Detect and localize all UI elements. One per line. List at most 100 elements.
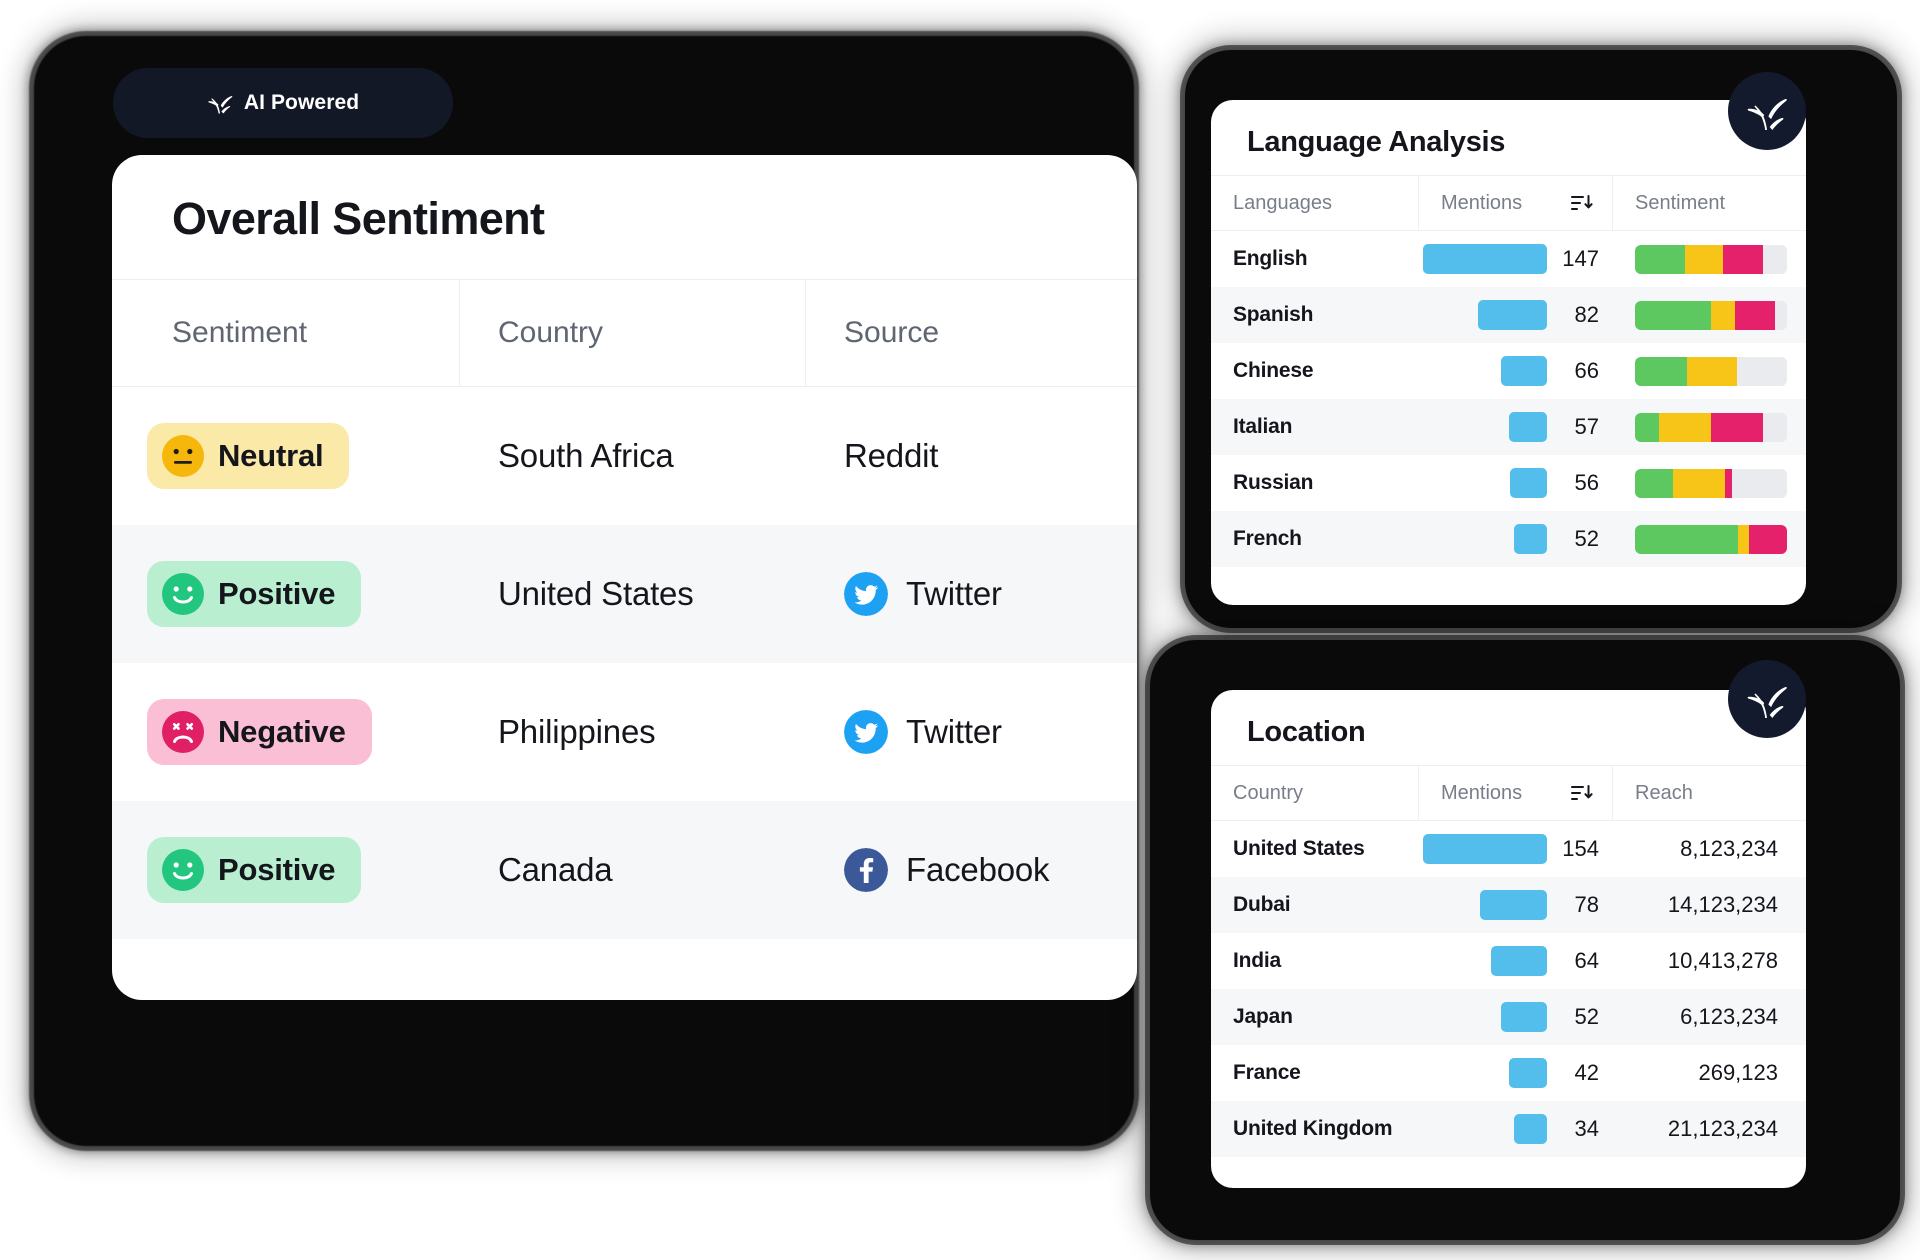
segment-unclassified <box>1762 412 1787 442</box>
column-header-mentions[interactable]: Mentions <box>1419 176 1613 230</box>
sort-descending-icon[interactable] <box>1570 783 1594 803</box>
mentions-value: 82 <box>1574 302 1599 327</box>
status-badge: Positive <box>147 837 362 903</box>
mentions-bar-track <box>1423 244 1547 274</box>
cell-source: Reddit <box>806 437 1137 475</box>
mentions-bar-track <box>1423 946 1547 976</box>
column-header-sentiment[interactable]: Sentiment <box>112 280 460 386</box>
source-label: Reddit <box>844 437 939 474</box>
column-header-sentiment[interactable]: Sentiment <box>1613 176 1806 230</box>
segment-neutral <box>1738 524 1749 554</box>
mentions-cell: 52 <box>1419 1002 1613 1032</box>
segment-negative <box>1724 468 1733 498</box>
mentions-bar-track <box>1423 524 1547 554</box>
cell-country: United States <box>460 575 806 613</box>
column-header-country[interactable]: Country <box>1211 766 1419 820</box>
mentions-bar-track <box>1423 300 1547 330</box>
mentions-bar <box>1501 1002 1547 1032</box>
sprout-logo-icon <box>1744 679 1790 719</box>
ai-powered-label: AI Powered <box>243 91 360 114</box>
sentiment-label: Positive <box>218 852 336 887</box>
table-row[interactable]: Dubai 78 14,123,234 <box>1211 877 1806 933</box>
sentiment-cell <box>1613 524 1806 554</box>
segment-unclassified <box>1736 356 1787 386</box>
column-header-languages[interactable]: Languages <box>1211 176 1419 230</box>
cell-sentiment: Positive <box>112 837 460 903</box>
reach-value: 10,413,278 <box>1667 948 1778 973</box>
mentions-bar-track <box>1423 834 1547 864</box>
segment-neutral <box>1659 412 1711 442</box>
mentions-cell: 154 <box>1419 834 1613 864</box>
mentions-bar <box>1513 1114 1547 1144</box>
column-header-country[interactable]: Country <box>460 280 806 386</box>
mentions-value: 66 <box>1574 358 1599 383</box>
cell-country: Philippines <box>460 713 806 751</box>
table-row[interactable]: Italian 57 <box>1211 399 1806 455</box>
mentions-cell: 57 <box>1419 412 1613 442</box>
cell-sentiment: Neutral <box>112 423 460 489</box>
mentions-cell: 34 <box>1419 1114 1613 1144</box>
mentions-value: 52 <box>1574 1004 1599 1029</box>
source-label: Twitter <box>906 713 1002 750</box>
table-row[interactable]: France 42 269,123 <box>1211 1045 1806 1101</box>
country-label: Philippines <box>498 713 656 750</box>
smiling-face-icon <box>161 848 205 892</box>
language-analysis-title: Language Analysis <box>1247 126 1506 158</box>
mentions-cell: 56 <box>1419 468 1613 498</box>
country-label: United Kingdom <box>1233 1117 1393 1140</box>
segment-negative <box>1735 300 1775 330</box>
language-label: French <box>1233 527 1302 550</box>
sentiment-cell <box>1613 244 1806 274</box>
sort-descending-icon[interactable] <box>1570 193 1594 213</box>
segment-positive <box>1635 300 1711 330</box>
reach-value: 21,123,234 <box>1667 1116 1778 1141</box>
table-row[interactable]: Negative Philippines Twitter <box>112 663 1137 801</box>
status-badge: Positive <box>147 561 362 627</box>
location-table-header: Country Mentions Reach <box>1211 765 1806 821</box>
mentions-bar-track <box>1423 412 1547 442</box>
mentions-value: 52 <box>1574 526 1599 551</box>
cell-source: Twitter <box>806 710 1137 754</box>
table-row[interactable]: Russian 56 <box>1211 455 1806 511</box>
country-label: Japan <box>1233 1005 1293 1028</box>
reach-value: 8,123,234 <box>1680 836 1778 861</box>
column-header-mentions[interactable]: Mentions <box>1419 766 1613 820</box>
segment-unclassified <box>1774 300 1787 330</box>
sentiment-table-header: Sentiment Country Source <box>112 279 1137 387</box>
table-row[interactable]: Neutral South Africa Reddit <box>112 387 1137 525</box>
sentiment-stacked-bar <box>1635 356 1787 386</box>
sentiment-cell <box>1613 468 1806 498</box>
table-row[interactable]: Positive Canada Facebook <box>112 801 1137 939</box>
table-row[interactable]: English 147 <box>1211 231 1806 287</box>
source-label: Facebook <box>906 851 1050 888</box>
table-row[interactable]: Japan 52 6,123,234 <box>1211 989 1806 1045</box>
table-row[interactable]: Chinese 66 <box>1211 343 1806 399</box>
country-label: United States <box>498 575 694 612</box>
table-row[interactable]: Spanish 82 <box>1211 287 1806 343</box>
sentiment-cell <box>1613 300 1806 330</box>
mentions-value: 78 <box>1574 892 1599 917</box>
sentiment-stacked-bar <box>1635 524 1787 554</box>
column-header-reach[interactable]: Reach <box>1613 766 1806 820</box>
mentions-value: 154 <box>1562 836 1599 861</box>
mentions-value: 147 <box>1562 246 1599 271</box>
mentions-bar <box>1423 244 1547 274</box>
brand-logo-badge-top <box>1728 72 1806 150</box>
location-title: Location <box>1247 716 1366 748</box>
table-row[interactable]: French 52 <box>1211 511 1806 567</box>
status-badge: Neutral <box>147 423 350 489</box>
mentions-bar <box>1508 412 1547 442</box>
country-label: South Africa <box>498 437 674 474</box>
mentions-value: 34 <box>1574 1116 1599 1141</box>
table-row[interactable]: India 64 10,413,278 <box>1211 933 1806 989</box>
mentions-bar-track <box>1423 468 1547 498</box>
segment-neutral <box>1711 300 1736 330</box>
table-row[interactable]: United Kingdom 34 21,123,234 <box>1211 1101 1806 1157</box>
mentions-cell: 52 <box>1419 524 1613 554</box>
location-card: Location Country Mentions Reach United S… <box>1211 690 1806 1188</box>
column-header-source[interactable]: Source <box>806 280 1137 386</box>
table-row[interactable]: United States 154 8,123,234 <box>1211 821 1806 877</box>
segment-positive <box>1635 356 1687 386</box>
sentiment-cell <box>1613 412 1806 442</box>
table-row[interactable]: Positive United States Twitter <box>112 525 1137 663</box>
